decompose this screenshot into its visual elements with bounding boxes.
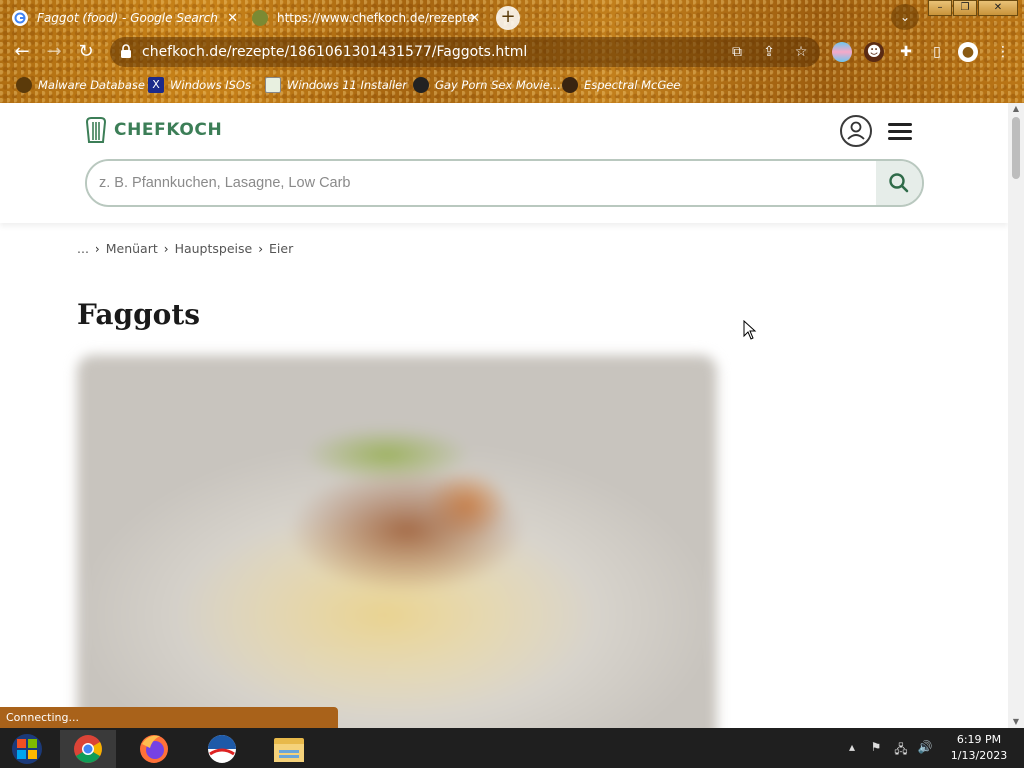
bookmark-windows-isos[interactable]: X Windows ISOs xyxy=(148,76,251,94)
bookmark-label: Windows 11 Installer xyxy=(287,78,407,92)
start-button[interactable] xyxy=(0,730,56,768)
image-icon xyxy=(265,77,281,93)
logo-text: CHEFKOCH xyxy=(114,120,223,140)
browser-frame: Faggot (food) - Google Search ✕ https://… xyxy=(0,0,1024,103)
tab-strip: Faggot (food) - Google Search ✕ https://… xyxy=(0,0,1024,34)
side-panel-icon[interactable]: ▯ xyxy=(927,42,947,62)
bookmark-espectral-mcgee[interactable]: Espectral McGee xyxy=(562,76,680,94)
back-arrow-icon[interactable]: ← xyxy=(12,42,32,62)
chrome-icon xyxy=(74,735,102,763)
minimize-button[interactable]: – xyxy=(928,0,952,16)
bookmark-label: Espectral McGee xyxy=(584,78,681,92)
restore-button[interactable]: ❐ xyxy=(953,0,977,16)
recipe-search-bar[interactable] xyxy=(85,159,924,207)
status-bubble: Connecting... xyxy=(0,707,338,728)
taskbar-firefox[interactable] xyxy=(126,730,182,768)
search-button[interactable] xyxy=(876,161,922,205)
breadcrumb-menueart[interactable]: Menüart xyxy=(106,241,158,256)
tab-google-search[interactable]: Faggot (food) - Google Search ✕ xyxy=(12,4,244,32)
new-tab-button[interactable]: + xyxy=(496,6,520,30)
extensions-puzzle-icon[interactable]: ✚ xyxy=(896,42,916,62)
chevron-right-icon: › xyxy=(258,241,264,256)
folder-icon xyxy=(274,738,304,762)
search-input[interactable] xyxy=(87,161,877,205)
web-page: CHEFKOCH ... › Menüart › Hauptspeise › E… xyxy=(0,103,1008,728)
page-scrollbar[interactable]: ▲ ▼ xyxy=(1008,103,1024,728)
recipe-hero-image[interactable] xyxy=(77,355,717,728)
bookmark-video-site[interactable]: Gay Porn Sex Movie... xyxy=(413,76,561,94)
share-icon[interactable]: ⇪ xyxy=(760,43,778,61)
chef-hat-icon xyxy=(85,117,107,143)
breadcrumb-hauptspeise[interactable]: Hauptspeise xyxy=(175,241,253,256)
account-user-icon[interactable] xyxy=(840,115,872,147)
taskbar-obama-app[interactable] xyxy=(194,730,250,768)
reload-icon[interactable]: ↻ xyxy=(76,42,96,62)
bookmark-malware-database[interactable]: Malware Database xyxy=(16,76,145,94)
hamburger-menu-icon[interactable] xyxy=(888,123,912,141)
action-center-flag-icon[interactable]: ⚑ xyxy=(868,740,884,756)
lock-icon xyxy=(121,44,131,58)
chefkoch-logo[interactable]: CHEFKOCH xyxy=(84,116,222,144)
bookmark-label: Malware Database xyxy=(38,78,145,92)
scroll-down-arrow-icon[interactable]: ▼ xyxy=(1008,716,1024,728)
browser-toolbar: ← → ↻ chefkoch.de/rezepte/18610613014315… xyxy=(0,34,1024,70)
breadcrumb-eier[interactable]: Eier xyxy=(269,241,293,256)
taskbar-file-explorer[interactable] xyxy=(261,730,317,768)
chevron-right-icon: › xyxy=(163,241,169,256)
obama-logo-icon xyxy=(208,735,236,763)
taskbar-chrome[interactable] xyxy=(60,730,116,768)
tab-chefkoch[interactable]: https://www.chefkoch.de/rezepte ✕ xyxy=(252,4,486,32)
windows-start-icon xyxy=(12,734,42,764)
url-text: chefkoch.de/rezepte/1861061301431577/Fag… xyxy=(142,44,528,60)
close-window-button[interactable]: ✕ xyxy=(978,0,1018,16)
bookmark-label: Gay Porn Sex Movie... xyxy=(435,78,561,92)
site-header: CHEFKOCH xyxy=(0,103,1008,223)
close-tab-icon[interactable]: ✕ xyxy=(227,11,238,26)
bookmarks-bar: Malware Database X Windows ISOs Windows … xyxy=(0,72,1024,98)
profile-avatar-icon[interactable]: ● xyxy=(958,42,978,62)
volume-icon[interactable]: 🔊 xyxy=(917,740,933,756)
bookmark-windows-11-installer[interactable]: Windows 11 Installer xyxy=(265,76,407,94)
tab-search-chevron-icon[interactable]: ⌄ xyxy=(891,4,919,30)
search-icon xyxy=(889,173,909,193)
trans-flag-extension-icon[interactable] xyxy=(832,42,852,62)
clock-date: 1/13/2023 xyxy=(950,749,1008,762)
forward-arrow-icon[interactable]: → xyxy=(44,42,64,62)
mouse-cursor-icon xyxy=(743,320,757,340)
bookmark-star-icon[interactable]: ☆ xyxy=(792,43,810,61)
close-tab-icon[interactable]: ✕ xyxy=(469,11,480,26)
tab-title: Faggot (food) - Google Search xyxy=(37,11,218,25)
profile-extension-icon[interactable]: ☻ xyxy=(864,42,884,62)
site-favicon-icon xyxy=(413,77,429,93)
chevron-right-icon: › xyxy=(94,241,100,256)
bookmark-label: Windows ISOs xyxy=(170,78,251,92)
translate-icon[interactable]: ⧉ xyxy=(728,43,746,61)
system-clock[interactable]: 6:19 PM 1/13/2023 xyxy=(940,732,1018,764)
x-logo-icon: X xyxy=(148,77,164,93)
more-menu-icon[interactable]: ⋮ xyxy=(993,42,1013,62)
network-icon[interactable]: 🖧 xyxy=(893,740,909,756)
breadcrumb: ... › Menüart › Hauptspeise › Eier xyxy=(77,241,293,256)
breadcrumb-ellipsis[interactable]: ... xyxy=(77,241,89,256)
scrollbar-thumb[interactable] xyxy=(1012,117,1020,179)
chefkoch-favicon xyxy=(252,10,268,26)
clock-time: 6:19 PM xyxy=(956,733,1002,746)
google-icon xyxy=(12,10,28,26)
character-icon xyxy=(562,77,578,93)
firefox-icon xyxy=(140,735,168,763)
address-bar[interactable]: chefkoch.de/rezepte/1861061301431577/Fag… xyxy=(110,37,820,67)
tab-title: https://www.chefkoch.de/rezepte xyxy=(277,11,475,25)
show-hidden-icons-chevron-icon[interactable]: ▴ xyxy=(844,740,860,756)
windows-taskbar: ▴ ⚑ 🖧 🔊 6:19 PM 1/13/2023 xyxy=(0,728,1024,768)
bug-icon xyxy=(16,77,32,93)
recipe-title: Faggots xyxy=(77,298,201,331)
scroll-up-arrow-icon[interactable]: ▲ xyxy=(1008,103,1024,115)
